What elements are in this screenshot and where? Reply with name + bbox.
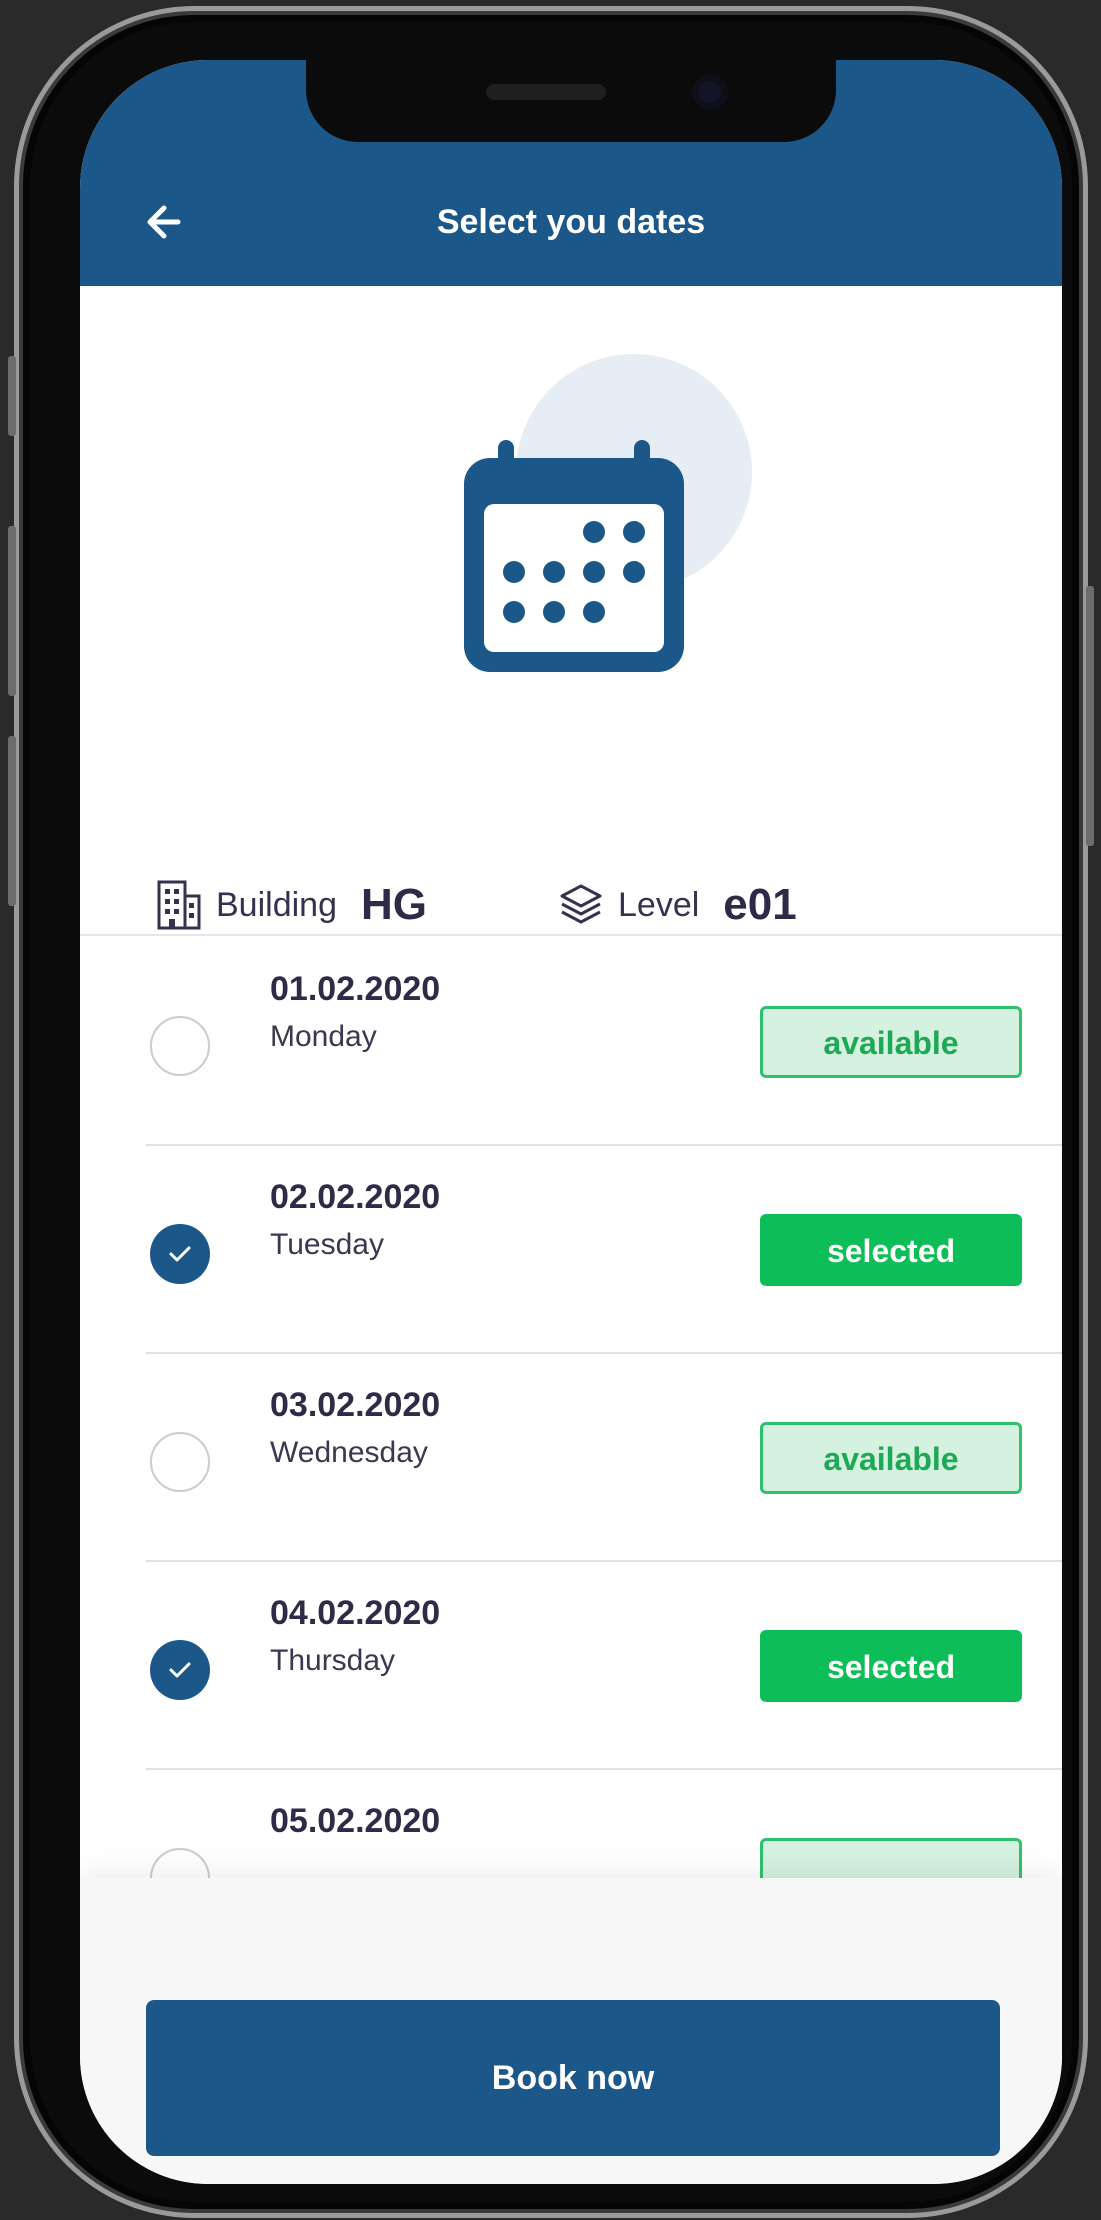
status-badge[interactable]: selected — [760, 1630, 1022, 1702]
status-badge[interactable]: available — [760, 1006, 1022, 1078]
date-text: 03.02.2020 — [270, 1386, 441, 1424]
mute-switch — [8, 356, 16, 436]
day-text: Monday — [270, 1020, 377, 1053]
date-list: 01.02.2020 Monday available 02.02.2020 T… — [80, 936, 1062, 1932]
date-text: 02.02.2020 — [270, 1178, 441, 1216]
date-checkbox[interactable] — [150, 1016, 210, 1076]
building-label: Building — [216, 885, 337, 924]
day-text: Wednesday — [270, 1436, 428, 1469]
layers-icon — [560, 884, 602, 924]
level-value: e01 — [723, 880, 797, 929]
building-value: HG — [360, 880, 427, 929]
book-now-button[interactable]: Book now — [146, 2000, 1000, 2156]
footer-bar: Book now — [80, 1878, 1062, 2184]
status-badge[interactable]: available — [760, 1422, 1022, 1494]
checkmark-icon — [169, 1246, 191, 1262]
day-text: Thursday — [270, 1644, 396, 1677]
app-screen: Select you dates Building HG Level e01 0… — [80, 60, 1062, 2184]
front-camera — [692, 74, 728, 110]
calendar-icon — [464, 440, 684, 672]
building-icon — [157, 880, 201, 930]
volume-up-button — [8, 526, 16, 696]
checkmark-icon — [169, 1662, 191, 1678]
date-text: 05.02.2020 — [270, 1802, 441, 1840]
date-row[interactable]: 01.02.2020 Monday available — [146, 936, 1062, 1146]
date-checkbox[interactable] — [150, 1432, 210, 1492]
date-checkbox[interactable] — [150, 1224, 210, 1284]
level-label: Level — [618, 885, 700, 924]
date-row[interactable]: 04.02.2020 Thursday selected — [146, 1560, 1062, 1770]
date-text: 04.02.2020 — [270, 1594, 441, 1632]
volume-down-button — [8, 736, 16, 906]
phone-frame: Select you dates Building HG Level e01 0… — [8, 6, 1094, 2218]
date-text: 01.02.2020 — [270, 970, 441, 1008]
date-checkbox[interactable] — [150, 1640, 210, 1700]
status-badge[interactable]: selected — [760, 1214, 1022, 1286]
page-title: Select you dates — [436, 203, 706, 241]
power-button — [1086, 586, 1094, 846]
date-row[interactable]: 03.02.2020 Wednesday available — [146, 1352, 1062, 1562]
notch — [306, 60, 836, 142]
day-text: Tuesday — [270, 1228, 384, 1261]
speaker-grille — [486, 84, 606, 100]
date-row[interactable]: 02.02.2020 Tuesday selected — [146, 1144, 1062, 1354]
